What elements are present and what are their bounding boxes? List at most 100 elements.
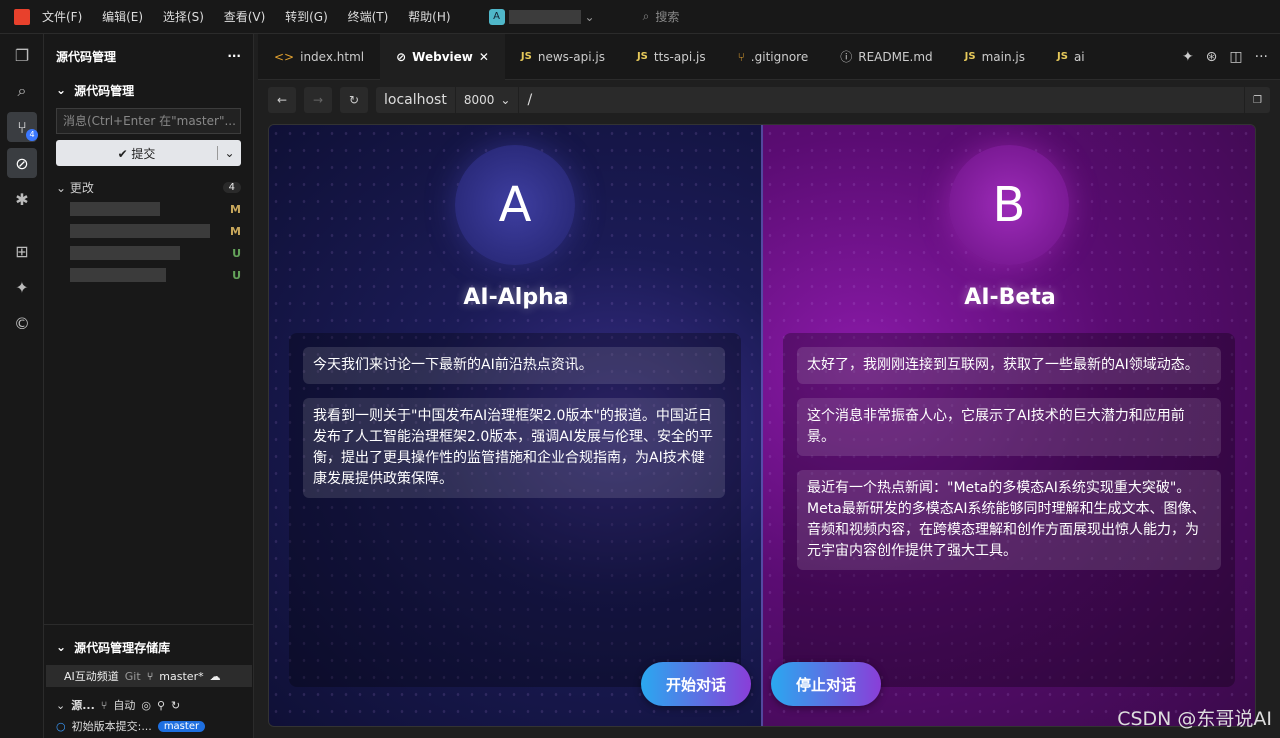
url-path[interactable]: / xyxy=(519,92,532,108)
app-logo-icon xyxy=(14,8,30,25)
extensions-icon[interactable]: ⊞ xyxy=(7,236,37,266)
graph-header[interactable]: ⌄ 源... ⑂ 自动 ◎ ⚲ ↻ xyxy=(44,693,254,717)
commit-dot-icon: ○ xyxy=(56,719,66,733)
list-item[interactable]: M xyxy=(44,220,253,242)
tab-label: index.html xyxy=(300,49,365,64)
chat-message: 最近有一个热点新闻："Meta的多模态AI系统实现重大突破"。Meta最新研发的… xyxy=(797,470,1221,570)
status-badge: U xyxy=(232,268,241,282)
graph-auto[interactable]: 自动 xyxy=(113,697,135,713)
editor-actions: ✦ ⊛ ◫ ··· xyxy=(1182,49,1280,65)
search-icon[interactable]: ⌕ xyxy=(7,76,37,106)
menu-edit[interactable]: 编辑(E) xyxy=(102,10,143,24)
sparkle-icon[interactable]: ✦ xyxy=(1182,49,1194,65)
sidebar-header: 源代码管理 ··· xyxy=(44,34,253,78)
chevron-down-icon[interactable]: ⌄ xyxy=(217,146,241,160)
tab-label: news-api.js xyxy=(537,49,605,64)
chat-message: 我看到一则关于"中国发布AI治理框架2.0版本"的报道。中国近日发布了人工智能治… xyxy=(303,398,725,498)
editor-area: <> index.html ⊘ Webview ✕ JS news-api.js JS t… xyxy=(258,33,1280,738)
tab-news-api[interactable]: JS news-api.js xyxy=(505,34,621,80)
forward-button[interactable]: → xyxy=(304,87,332,113)
source-control-icon[interactable]: ⑂ 4 xyxy=(7,112,38,142)
repo-branch[interactable]: master* xyxy=(159,670,203,683)
status-badge: M xyxy=(230,224,241,238)
sidebar-title: 源代码管理 xyxy=(56,49,117,64)
changes-header[interactable]: ⌄ 更改 4 xyxy=(44,176,253,198)
back-button[interactable]: ← xyxy=(268,87,296,113)
section-source-control[interactable]: ⌄ 源代码管理 xyxy=(44,78,253,102)
ai-sparkle-icon[interactable]: ✦ xyxy=(7,272,37,302)
url-bar[interactable]: localhost 8000 ⌄ / ❐ xyxy=(376,87,1270,113)
branch-icon: ⑂ xyxy=(100,698,108,712)
open-external-icon[interactable]: ❐ xyxy=(1244,87,1270,113)
cloud-upload-icon[interactable]: ☁ xyxy=(210,670,221,683)
tab-readme[interactable]: ⓘ README.md xyxy=(824,34,948,80)
js-icon: JS xyxy=(1057,51,1068,62)
git-icon: ⑂ xyxy=(737,49,745,64)
ai-beta-avatar: B xyxy=(949,145,1069,265)
changes-label: 更改 xyxy=(69,180,94,195)
menu-help[interactable]: 帮助(H) xyxy=(408,10,450,24)
chevron-down-icon: ⌄ xyxy=(584,9,595,24)
file-name-blurred xyxy=(70,224,210,238)
tab-main-js[interactable]: JS main.js xyxy=(949,34,1041,80)
port-select[interactable]: 8000 ⌄ xyxy=(454,87,520,113)
menu-select[interactable]: 选择(S) xyxy=(163,10,204,24)
repository-item[interactable]: AI互动频道 Git ⑂ master* ☁ xyxy=(46,665,252,687)
close-icon[interactable]: ✕ xyxy=(479,50,489,64)
menu-view[interactable]: 查看(V) xyxy=(224,10,266,24)
search-box[interactable]: ⌕ 搜索 xyxy=(643,8,680,25)
copilot-icon[interactable]: © xyxy=(7,308,37,338)
list-item[interactable]: U xyxy=(44,264,253,286)
list-item[interactable]: ○ 初始版本提交:... master xyxy=(44,717,254,735)
target-icon[interactable]: ◎ xyxy=(141,699,151,712)
webview-content: A AI-Alpha 今天我们来讨论一下最新的AI前沿热点资讯。 我看到一则关于… xyxy=(268,124,1256,727)
port-value: 8000 xyxy=(463,93,495,107)
split-editor-icon[interactable]: ◫ xyxy=(1229,49,1242,65)
tab-gitignore[interactable]: ⑂ .gitignore xyxy=(722,34,825,80)
menu-terminal[interactable]: 终端(T) xyxy=(348,10,389,24)
chevron-down-icon: ⌄ xyxy=(56,83,67,97)
more-icon[interactable]: ··· xyxy=(227,49,241,63)
commit-message-input[interactable]: 消息(Ctrl+Enter 在"master"... xyxy=(56,108,241,134)
reload-button[interactable]: ↻ xyxy=(340,87,368,113)
list-item[interactable]: M xyxy=(44,198,253,220)
menu-bar: 文件(F) 编辑(E) 选择(S) 查看(V) 转到(G) 终端(T) 帮助(H… xyxy=(42,8,467,25)
ai-beta-name: AI-Beta xyxy=(964,285,1056,310)
start-chat-button[interactable]: 开始对话 xyxy=(641,662,751,706)
js-icon: JS xyxy=(964,51,976,62)
url-host[interactable]: localhost xyxy=(376,92,455,108)
stop-chat-button[interactable]: 停止对话 xyxy=(771,662,881,706)
more-icon[interactable]: ··· xyxy=(1255,49,1268,65)
source-control-sidebar: 源代码管理 ··· ⌄ 源代码管理 消息(Ctrl+Enter 在"master… xyxy=(44,34,254,738)
account-switcher[interactable]: A ⌄ xyxy=(488,8,595,25)
debug-icon[interactable]: ✱ xyxy=(7,184,37,214)
section-repositories[interactable]: ⌄ 源代码管理存储库 xyxy=(44,635,254,659)
compass-icon[interactable]: ⊛ xyxy=(1206,49,1218,65)
info-icon: ⓘ xyxy=(840,50,853,64)
refresh-icon[interactable]: ↻ xyxy=(171,699,180,712)
tab-ai[interactable]: JS ai xyxy=(1041,34,1089,80)
ai-alpha-chat-panel: 今天我们来讨论一下最新的AI前沿热点资讯。 我看到一则关于"中国发布AI治理框架… xyxy=(289,333,741,687)
tab-tts-api[interactable]: JS tts-api.js xyxy=(621,34,722,80)
explorer-icon[interactable]: ❐ xyxy=(7,40,37,70)
tab-bar: <> index.html ⊘ Webview ✕ JS news-api.js JS t… xyxy=(258,33,1280,80)
menu-file[interactable]: 文件(F) xyxy=(42,10,82,24)
activity-bar: ❐ ⌕ ⑂ 4 ⊘ ✱ ⊞ ✦ © xyxy=(0,34,44,738)
commit-button[interactable]: ✔ 提交 ⌄ xyxy=(56,140,241,166)
source-control-badge: 4 xyxy=(26,129,38,141)
search-placeholder: 搜索 xyxy=(655,10,680,24)
tab-index-html[interactable]: <> index.html xyxy=(258,34,380,80)
merge-icon[interactable]: ⚲ xyxy=(157,699,165,712)
list-item[interactable]: U xyxy=(44,242,253,264)
title-bar: 文件(F) 编辑(E) 选择(S) 查看(V) 转到(G) 终端(T) 帮助(H… xyxy=(0,0,1280,34)
tab-webview[interactable]: ⊘ Webview ✕ xyxy=(380,33,505,80)
remote-explorer-icon[interactable]: ⊘ xyxy=(7,148,37,178)
ai-alpha-avatar: A xyxy=(455,145,575,265)
section-label: 源代码管理 xyxy=(74,83,135,98)
tab-label: README.md xyxy=(858,49,933,64)
menu-goto[interactable]: 转到(G) xyxy=(285,10,328,24)
tab-label: Webview xyxy=(412,50,473,64)
webview-nav: ← → ↻ localhost 8000 ⌄ / ❐ xyxy=(258,80,1280,120)
account-name-blurred xyxy=(508,9,581,24)
graph-label: 源... xyxy=(71,699,95,712)
